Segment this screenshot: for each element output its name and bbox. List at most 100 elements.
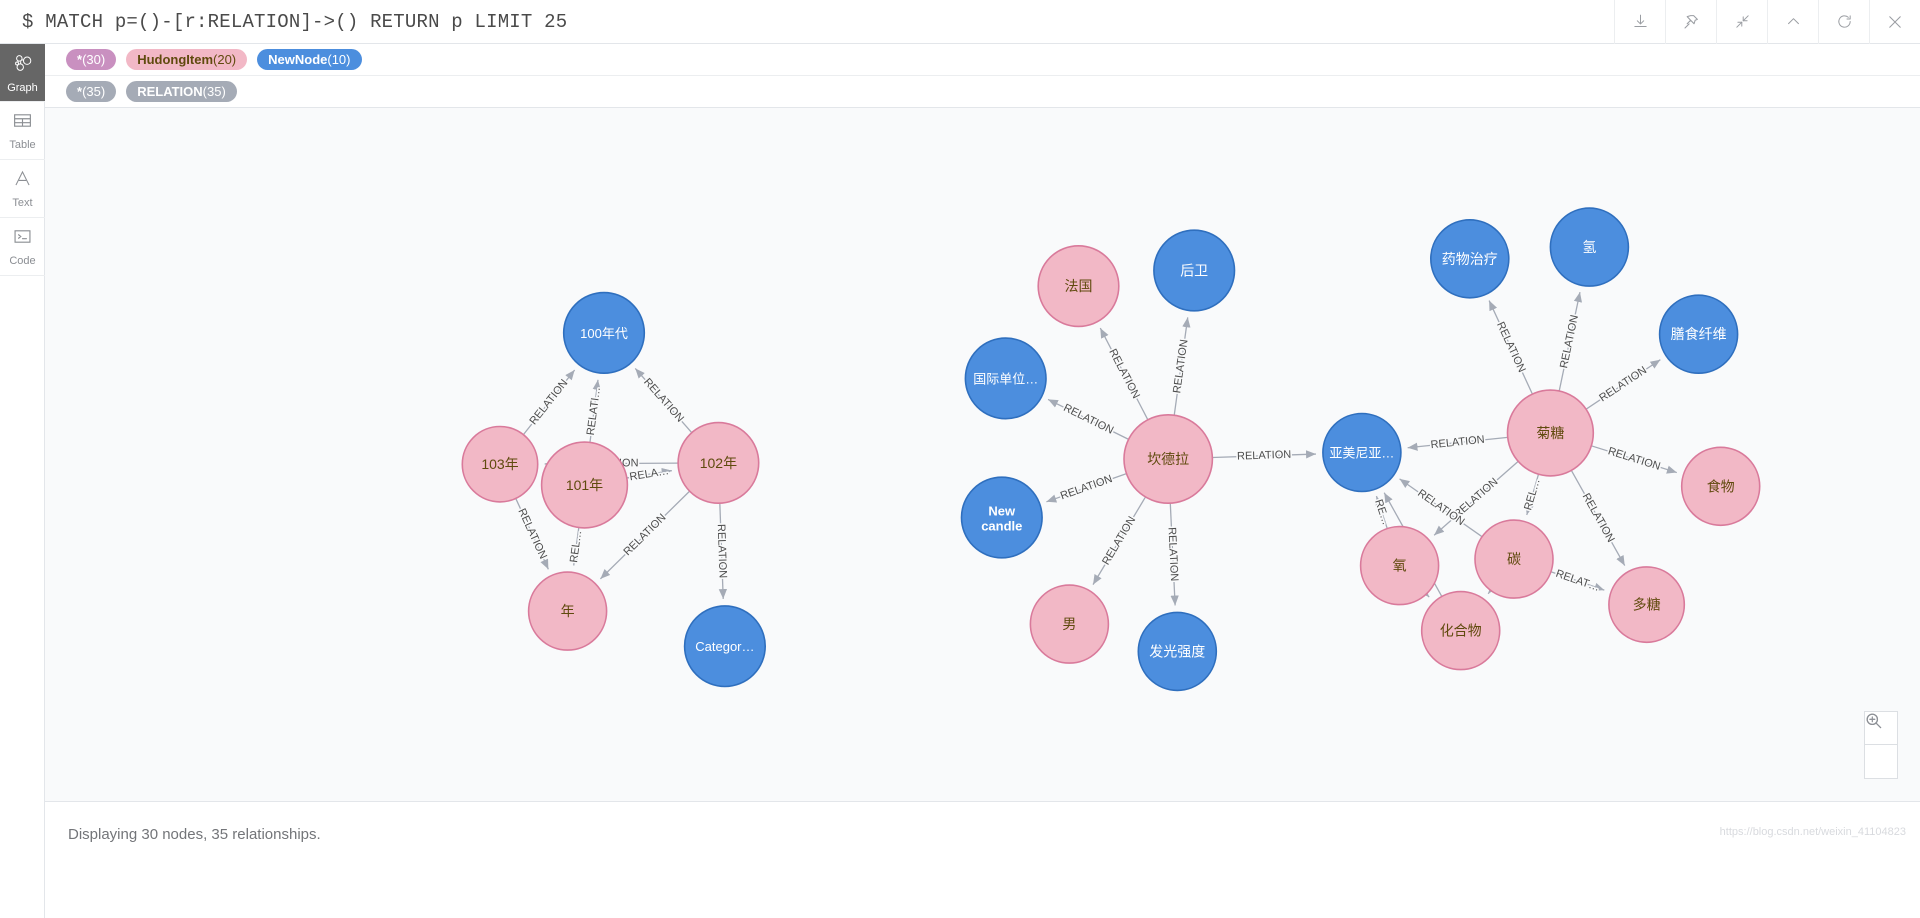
sidebar-item-code[interactable]: Code: [0, 218, 45, 276]
graph-relationship[interactable]: RELATIONRELATION: [1556, 291, 1583, 392]
relationship-type-chip-relation[interactable]: RELATION (35): [126, 81, 237, 102]
relationship-label: RELATION: [621, 512, 668, 559]
relationship-label: RELAT…: [1554, 568, 1601, 594]
graph-relationship[interactable]: RELATIONRELATION: [1170, 317, 1192, 416]
graph-relationship[interactable]: RELATIONRELATION: [1047, 398, 1129, 440]
node-label: 后卫: [1180, 263, 1208, 279]
graph-relationship[interactable]: RELATIONRELATION: [1046, 471, 1127, 504]
node-label: 菊糖: [1536, 425, 1564, 441]
query-text[interactable]: $ MATCH p=()-[r:RELATION]->() RETURN p L…: [0, 11, 1614, 33]
node-label: Categor…: [695, 639, 754, 654]
view-sidebar: Graph Table Text Code: [0, 44, 45, 918]
graph-node[interactable]: 后卫: [1153, 229, 1236, 312]
graph-relationship[interactable]: RELATIONRELATION: [1488, 300, 1533, 395]
graph-node[interactable]: 男: [1029, 584, 1110, 664]
relationship-label: RELATION: [1237, 449, 1292, 463]
graph-relationship[interactable]: RELATI…RELATI…: [583, 379, 605, 443]
graph-visualization[interactable]: RELATIONRELATION RELATI…RELATI… RELATIONRE…: [45, 108, 1920, 801]
graph-node[interactable]: 膳食纤维: [1658, 294, 1739, 374]
query-bar: $ MATCH p=()-[r:RELATION]->() RETURN p L…: [0, 0, 1920, 44]
node-label: 碳: [1507, 551, 1521, 567]
download-button[interactable]: [1614, 0, 1665, 44]
table-icon: [12, 110, 33, 136]
graph-canvas[interactable]: RELATION RELATION RELATI… RELATI… RELATION RE…: [45, 108, 1920, 801]
graph-relationship[interactable]: RELATIONRELATION: [1591, 444, 1677, 475]
node-legend-row: * (30) HudongItem (20) NewNode (10): [45, 44, 1920, 76]
graph-relationship[interactable]: RELATIONRELATION: [1570, 470, 1626, 566]
graph-node[interactable]: 亚美尼亚…: [1322, 412, 1402, 493]
chip-label: NewNode: [268, 52, 328, 67]
node-label: 亚美尼亚…: [1329, 446, 1394, 461]
graph-relationship[interactable]: RELATIONRELATION: [1099, 327, 1149, 421]
relationship-label: RELATION: [515, 507, 549, 561]
graph-node[interactable]: 100年代: [562, 291, 646, 374]
relationship-type-chip-all[interactable]: * (35): [66, 81, 117, 102]
minimize-button[interactable]: [1767, 0, 1818, 44]
node-label: 101年: [566, 477, 603, 493]
node-label: 发光强度: [1149, 643, 1205, 659]
node-label: 坎德拉: [1147, 451, 1189, 467]
graph-node[interactable]: 食物: [1680, 446, 1761, 527]
sidebar-item-graph[interactable]: Graph: [0, 44, 45, 102]
node-label: 膳食纤维: [1671, 326, 1727, 342]
sidebar-item-code-label: Code: [9, 255, 36, 267]
node-label: 103年: [481, 456, 518, 472]
graph-relationship[interactable]: RELATIONRELATION: [1092, 496, 1147, 585]
refresh-button[interactable]: [1818, 0, 1869, 44]
node-layer: 100年代 103年 101年 102年年 Categor… 法国 后卫国际单位… 坎德拉 Ne…: [461, 207, 1761, 692]
graph-relationship[interactable]: RELATIONRELATION: [1164, 503, 1182, 606]
graph-node[interactable]: Categor…: [683, 605, 767, 688]
graph-node[interactable]: 法国: [1037, 245, 1120, 328]
sidebar-item-text[interactable]: Text: [0, 160, 45, 218]
relationship-label: RELATION: [1494, 320, 1528, 374]
graph-relationship[interactable]: RELATIONRELATION: [1212, 447, 1316, 464]
graph-relationship[interactable]: RELATIONRELATION: [713, 503, 730, 599]
chip-label: RELATION: [137, 84, 203, 99]
graph-node[interactable]: 101年: [540, 441, 629, 529]
graph-relationship[interactable]: RELATIONRELATION: [522, 369, 576, 436]
zoom-controls: [1864, 711, 1898, 779]
zoom-out-button[interactable]: [1864, 713, 1898, 779]
query-string: MATCH p=()-[r:RELATION]->() RETURN p LIM…: [45, 10, 568, 33]
sidebar-item-text-label: Text: [12, 197, 33, 209]
graph-node[interactable]: 发光强度: [1137, 611, 1218, 692]
chip-label: HudongItem: [137, 52, 214, 67]
graph-relationship[interactable]: REL…REL…: [567, 527, 586, 566]
node-label-chip-hudongitem[interactable]: HudongItem (20): [126, 49, 248, 70]
graph-node[interactable]: New candle: [960, 476, 1043, 559]
shrink-button[interactable]: [1716, 0, 1767, 44]
graph-node[interactable]: 102年: [677, 421, 760, 505]
graph-relationship[interactable]: RELATIONRELATION: [514, 498, 551, 570]
graph-node[interactable]: 氢: [1549, 207, 1630, 287]
relationship-label: RELATION: [1171, 339, 1190, 394]
text-icon: [12, 168, 33, 194]
relationship-label: RELATI…: [585, 386, 603, 436]
neo4j-browser-result-frame: $ MATCH p=()-[r:RELATION]->() RETURN p L…: [0, 0, 1920, 918]
graph-node[interactable]: 菊糖: [1506, 389, 1595, 477]
graph-node[interactable]: 坎德拉: [1123, 413, 1214, 504]
graph-relationship[interactable]: RELATIONRELATION: [634, 367, 693, 434]
graph-node[interactable]: 氧: [1359, 525, 1440, 606]
graph-relationship[interactable]: RELATIONRELATION: [1585, 359, 1661, 410]
graph-node[interactable]: 多糖: [1608, 566, 1686, 644]
node-label-chip-newnode[interactable]: NewNode (10): [257, 49, 362, 70]
relationship-label: RELATION: [1430, 434, 1485, 452]
graph-node[interactable]: 国际单位…: [964, 337, 1047, 420]
graph-node[interactable]: 103年: [461, 425, 539, 503]
chip-count: (10): [327, 52, 351, 67]
close-button[interactable]: [1869, 0, 1920, 44]
status-bar: Displaying 30 nodes, 35 relationships. h…: [45, 801, 1920, 918]
node-label-chip-all[interactable]: * (30): [66, 49, 117, 70]
graph-node[interactable]: 碳: [1474, 519, 1554, 599]
graph-node[interactable]: 化合物: [1420, 590, 1501, 671]
graph-icon: [12, 52, 34, 79]
graph-relationship[interactable]: RELAT…RELAT…: [1550, 566, 1605, 596]
node-label: 法国: [1065, 278, 1093, 294]
graph-relationship[interactable]: REL…REL…: [1521, 474, 1544, 516]
graph-node[interactable]: 年: [527, 571, 608, 651]
sidebar-item-table[interactable]: Table: [0, 102, 45, 160]
graph-node[interactable]: 药物治疗: [1430, 219, 1510, 299]
graph-relationship[interactable]: RELATIONRELATION: [1407, 432, 1508, 453]
pin-button[interactable]: [1665, 0, 1716, 44]
relationship-label: RELATION: [1558, 314, 1581, 370]
